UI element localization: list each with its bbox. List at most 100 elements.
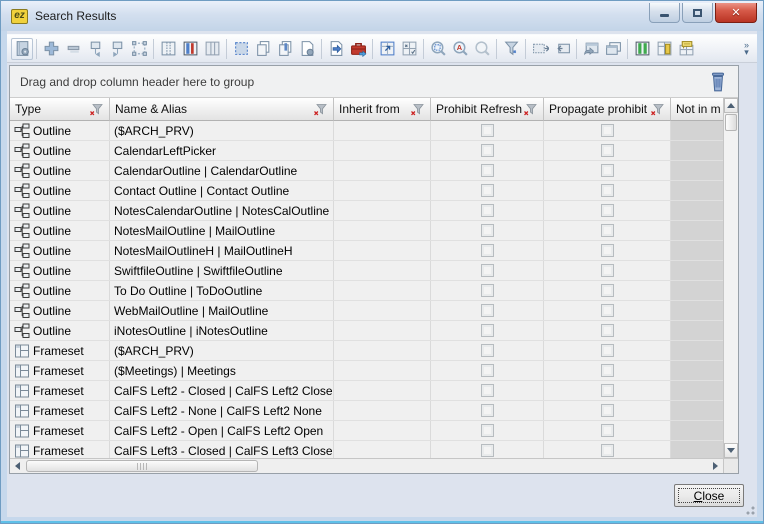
designer-properties-button[interactable] (11, 38, 33, 60)
prohibit-refresh-checkbox[interactable] (481, 364, 494, 377)
prohibit-refresh-checkbox[interactable] (481, 244, 494, 257)
zoom-region-button[interactable] (427, 38, 449, 60)
toolbar-overflow-button[interactable]: » ▾ (740, 40, 753, 58)
column-header-propagate-prohibit[interactable]: Propagate prohibit (544, 98, 671, 121)
propagate-prohibit-checkbox[interactable] (601, 284, 614, 297)
prohibit-refresh-checkbox[interactable] (481, 264, 494, 277)
scroll-left-button[interactable] (10, 459, 25, 473)
propagate-prohibit-checkbox[interactable] (601, 244, 614, 257)
minimize-button[interactable] (649, 3, 680, 23)
columns-plain-button[interactable] (201, 38, 223, 60)
horizontal-scrollbar[interactable] (10, 458, 723, 473)
prohibit-refresh-checkbox[interactable] (481, 124, 494, 137)
propagate-prohibit-checkbox[interactable] (601, 344, 614, 357)
prohibit-refresh-checkbox[interactable] (481, 164, 494, 177)
table-row[interactable]: Outline NotesMailOutline | MailOutline (10, 221, 738, 241)
close-window-button[interactable]: ✕ (715, 3, 757, 23)
column-comment-button[interactable] (675, 38, 697, 60)
table-row[interactable]: Outline iNotesOutline | iNotesOutline (10, 321, 738, 341)
propagate-prohibit-checkbox[interactable] (601, 444, 614, 457)
select-objects-button[interactable] (128, 38, 150, 60)
table-row[interactable]: Frameset CalFS Left2 - Open | CalFS Left… (10, 421, 738, 441)
show-columns-button[interactable] (631, 38, 653, 60)
copy-button[interactable] (252, 38, 274, 60)
edit-column-button[interactable] (653, 38, 675, 60)
propagate-prohibit-checkbox[interactable] (601, 384, 614, 397)
prohibit-refresh-checkbox[interactable] (481, 424, 494, 437)
scroll-up-button[interactable] (724, 98, 738, 113)
table-row[interactable]: Outline Contact Outline | Contact Outlin… (10, 181, 738, 201)
prohibit-refresh-checkbox[interactable] (481, 404, 494, 417)
titlebar[interactable]: ez Search Results ✕ (1, 1, 763, 31)
remove-button[interactable] (62, 38, 84, 60)
scroll-right-button[interactable] (708, 459, 723, 473)
prohibit-refresh-checkbox[interactable] (481, 384, 494, 397)
close-button[interactable]: Close (674, 484, 744, 507)
demote-button[interactable] (106, 38, 128, 60)
column-header-prohibit-refresh[interactable]: Prohibit Refresh (431, 98, 544, 121)
propagate-prohibit-checkbox[interactable] (601, 184, 614, 197)
vertical-scrollbar[interactable] (723, 98, 738, 458)
prohibit-refresh-checkbox[interactable] (481, 344, 494, 357)
previous-window-button[interactable] (580, 38, 602, 60)
group-by-bar[interactable]: Drag and drop column header here to grou… (10, 66, 738, 98)
toolbox-button[interactable] (347, 38, 369, 60)
table-row[interactable]: Frameset CalFS Left2 - None | CalFS Left… (10, 401, 738, 421)
insert-column-button[interactable] (157, 38, 179, 60)
select-region-button[interactable] (230, 38, 252, 60)
propagate-prohibit-checkbox[interactable] (601, 364, 614, 377)
table-row[interactable]: Outline NotesMailOutlineH | MailOutlineH (10, 241, 738, 261)
export-document-button[interactable] (325, 38, 347, 60)
propagate-prohibit-checkbox[interactable] (601, 124, 614, 137)
filter-icon[interactable] (523, 103, 538, 116)
table-row[interactable]: Outline CalendarOutline | CalendarOutlin… (10, 161, 738, 181)
propagate-prohibit-checkbox[interactable] (601, 164, 614, 177)
filter-icon[interactable] (89, 103, 104, 116)
add-button[interactable] (40, 38, 62, 60)
zoom-out-button[interactable] (471, 38, 493, 60)
propagate-prohibit-checkbox[interactable] (601, 324, 614, 337)
propagate-prohibit-checkbox[interactable] (601, 224, 614, 237)
table-row[interactable]: Outline ($ARCH_PRV) (10, 121, 738, 141)
table-row[interactable]: Outline NotesCalendarOutline | NotesCalO… (10, 201, 738, 221)
prohibit-refresh-checkbox[interactable] (481, 444, 494, 457)
prohibit-refresh-checkbox[interactable] (481, 204, 494, 217)
prohibit-refresh-checkbox[interactable] (481, 304, 494, 317)
collapse-field-button[interactable] (551, 38, 573, 60)
vertical-scrollbar-thumb[interactable] (725, 114, 737, 131)
table-row[interactable]: Frameset CalFS Left2 - Closed | CalFS Le… (10, 381, 738, 401)
maximize-button[interactable] (682, 3, 713, 23)
promote-button[interactable] (84, 38, 106, 60)
prohibit-refresh-checkbox[interactable] (481, 184, 494, 197)
prohibit-refresh-checkbox[interactable] (481, 224, 494, 237)
trash-icon[interactable] (708, 71, 728, 93)
propagate-prohibit-checkbox[interactable] (601, 144, 614, 157)
prohibit-refresh-checkbox[interactable] (481, 144, 494, 157)
column-colors-button[interactable] (179, 38, 201, 60)
table-validate-button[interactable] (398, 38, 420, 60)
table-properties-button[interactable] (376, 38, 398, 60)
propagate-prohibit-checkbox[interactable] (601, 264, 614, 277)
table-row[interactable]: Outline To Do Outline | ToDoOutline (10, 281, 738, 301)
scroll-down-button[interactable] (724, 443, 738, 458)
filter-icon[interactable] (650, 103, 665, 116)
filter-button[interactable] (500, 38, 522, 60)
propagate-prohibit-checkbox[interactable] (601, 304, 614, 317)
filter-icon[interactable] (313, 103, 328, 116)
table-row[interactable]: Outline WebMailOutline | MailOutline (10, 301, 738, 321)
column-header-inherit-from[interactable]: Inherit from (334, 98, 431, 121)
prohibit-refresh-checkbox[interactable] (481, 284, 494, 297)
propagate-prohibit-checkbox[interactable] (601, 404, 614, 417)
prohibit-refresh-checkbox[interactable] (481, 324, 494, 337)
windows-list-button[interactable] (602, 38, 624, 60)
table-row[interactable]: Frameset ($ARCH_PRV) (10, 341, 738, 361)
vertical-scrollbar-track[interactable] (724, 132, 738, 443)
column-header-type[interactable]: Type (10, 98, 110, 121)
resize-grip[interactable] (744, 504, 755, 515)
expand-field-button[interactable] (529, 38, 551, 60)
propagate-prohibit-checkbox[interactable] (601, 424, 614, 437)
table-row[interactable]: Frameset ($Meetings) | Meetings (10, 361, 738, 381)
zoom-font-button[interactable]: A (449, 38, 471, 60)
column-header-name-alias[interactable]: Name & Alias (110, 98, 334, 121)
copy-columns-button[interactable] (274, 38, 296, 60)
